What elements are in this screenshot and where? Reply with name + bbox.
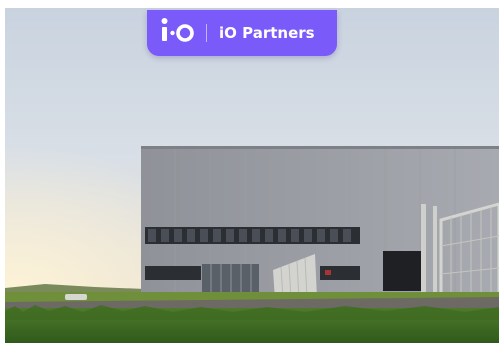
parked-car bbox=[65, 294, 87, 300]
brand-badge[interactable]: iO Partners bbox=[147, 10, 337, 56]
hero-photo bbox=[5, 8, 499, 343]
warehouse-photo bbox=[5, 8, 499, 343]
brand-divider bbox=[206, 24, 207, 42]
io-logo-icon bbox=[161, 18, 194, 42]
brand-name: iO Partners bbox=[219, 24, 315, 42]
warehouse-building bbox=[141, 146, 499, 298]
